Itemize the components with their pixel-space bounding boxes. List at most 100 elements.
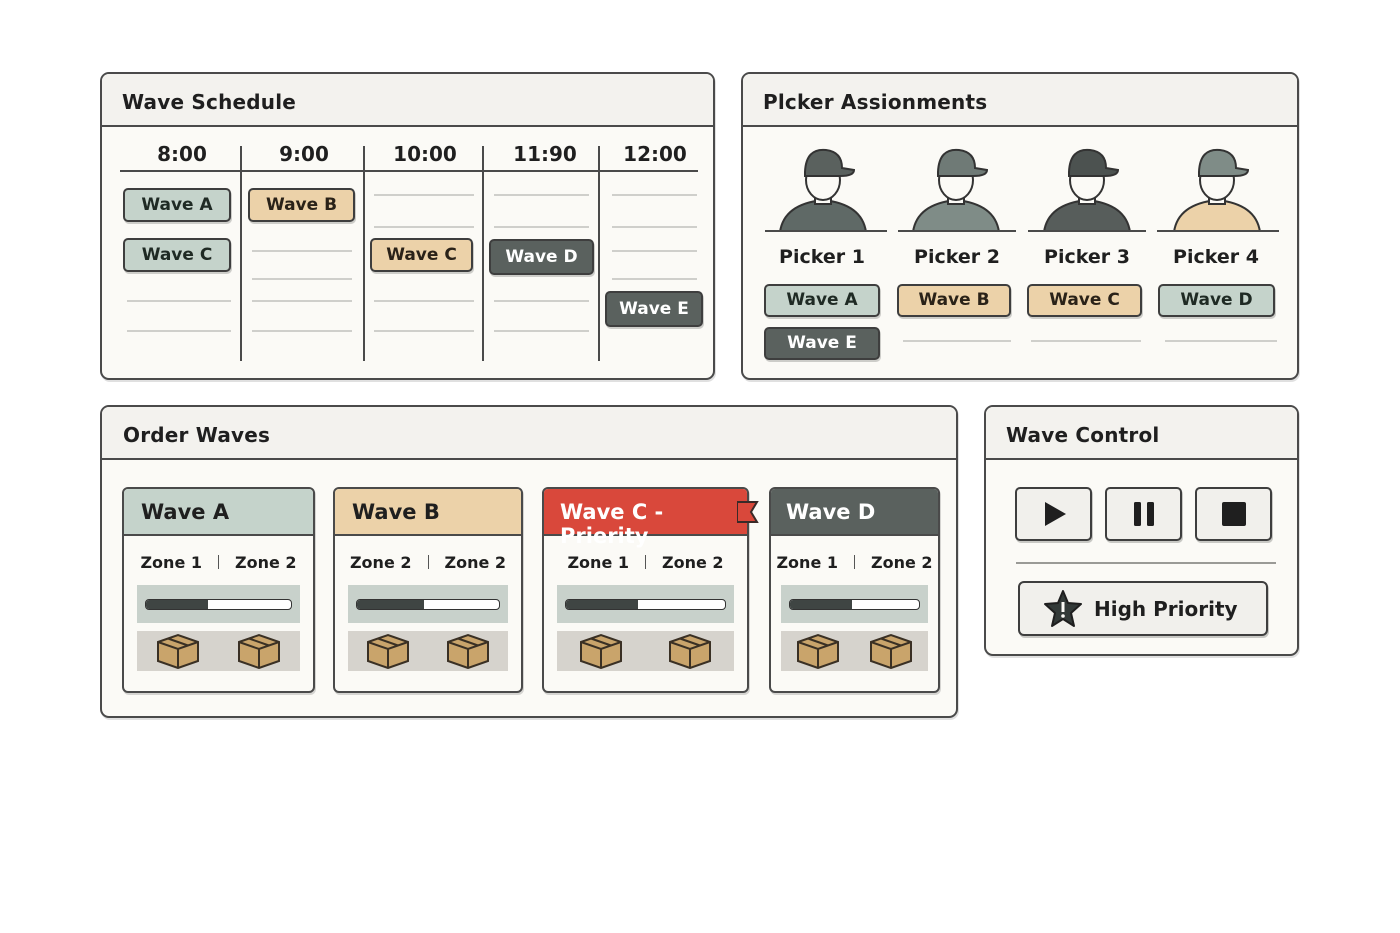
picker-wave-chip[interactable]: Wave E <box>764 327 880 360</box>
priority-star-icon <box>1044 589 1082 627</box>
person-icon <box>1042 148 1132 232</box>
zone-label: Zone 2 <box>235 553 297 572</box>
progress-bar <box>145 599 292 610</box>
schedule-wave-block[interactable]: Wave E <box>605 291 703 327</box>
progress-fill <box>790 600 852 609</box>
person-icon <box>911 148 1001 232</box>
order-waves-panel: Order Waves Wave A Zone 1 Zone 2 Wave B Z… <box>100 405 958 718</box>
person-icon <box>1172 148 1262 232</box>
picker-assignments-panel: Plcker Assionments Picker 1 Picker 2 Pic… <box>741 72 1299 380</box>
picker-name: Picker 2 <box>914 246 1000 268</box>
empty-slot <box>374 226 474 228</box>
wave-card[interactable]: Wave D Zone 1 Zone 2 <box>769 487 940 693</box>
package-icon <box>238 633 281 669</box>
picker-name: Picker 1 <box>779 246 865 268</box>
wave-card-title: Wave A <box>124 489 313 536</box>
empty-slot <box>1031 340 1141 342</box>
time-header: 8:00 <box>157 142 207 166</box>
zone-label: Zone 1 <box>567 553 629 572</box>
picker-assignments-title: Plcker Assionments <box>743 74 1297 127</box>
picker-avatar <box>1026 142 1148 232</box>
empty-slot <box>252 300 352 302</box>
schedule-wave-block[interactable]: Wave C <box>370 238 473 272</box>
pause-button[interactable] <box>1105 487 1182 541</box>
schedule-wave-block[interactable]: Wave A <box>123 188 231 222</box>
package-tray <box>781 631 928 671</box>
column-divider <box>363 146 365 361</box>
column-divider <box>240 146 242 361</box>
stop-button[interactable] <box>1195 487 1272 541</box>
progress-track <box>348 585 508 623</box>
time-axis-line <box>120 170 698 172</box>
wave-zones: Zone 2 Zone 2 <box>335 553 521 572</box>
schedule-wave-block[interactable]: Wave C <box>123 238 231 272</box>
progress-fill <box>357 600 424 609</box>
picker-baseline <box>1157 230 1279 232</box>
picker-baseline <box>1028 230 1146 232</box>
progress-bar <box>356 599 500 610</box>
zone-label: Zone 2 <box>871 553 933 572</box>
column-divider <box>598 146 600 361</box>
picker-wave-chip[interactable]: Wave B <box>897 284 1011 317</box>
zone-label: Zone 2 <box>662 553 724 572</box>
picker-wave-chip[interactable]: Wave C <box>1027 284 1142 317</box>
progress-track <box>137 585 300 623</box>
empty-slot <box>374 330 474 332</box>
wave-schedule-panel: Wave Schedule 8:00 9:00 10:00 11:90 12:0… <box>100 72 715 380</box>
priority-flag-icon <box>737 501 759 523</box>
wave-card[interactable]: Wave A Zone 1 Zone 2 <box>122 487 315 693</box>
zone-label: Zone 1 <box>776 553 838 572</box>
empty-slot <box>374 194 474 196</box>
package-icon <box>580 633 623 669</box>
wave-card-priority[interactable]: Wave C - Prierity Zone 1 Zone 2 <box>542 487 759 693</box>
person-icon <box>778 148 868 232</box>
empty-slot <box>494 300 589 302</box>
wave-card[interactable]: Wave B Zone 2 Zone 2 <box>333 487 523 693</box>
wave-zones: Zone 1 Zone 2 <box>544 553 747 572</box>
package-tray <box>137 631 300 671</box>
progress-fill <box>566 600 638 609</box>
picker-avatar <box>762 142 884 232</box>
picker-baseline <box>765 230 887 232</box>
empty-slot <box>252 250 352 252</box>
play-icon <box>1044 502 1066 526</box>
empty-slot <box>612 226 697 228</box>
control-divider <box>1016 562 1276 564</box>
order-waves-title: Order Waves <box>102 407 956 460</box>
play-button[interactable] <box>1015 487 1092 541</box>
empty-slot <box>903 340 1011 342</box>
wave-schedule-title: Wave Schedule <box>102 74 713 127</box>
high-priority-label: High Priority <box>1094 596 1238 621</box>
package-icon <box>156 633 199 669</box>
empty-slot <box>612 194 697 196</box>
picker-wave-chip[interactable]: Wave D <box>1158 284 1275 317</box>
picker-name: Picker 3 <box>1044 246 1130 268</box>
package-tray <box>348 631 508 671</box>
wave-card-title: Wave D <box>771 489 938 536</box>
schedule-wave-block[interactable]: Wave D <box>489 239 594 275</box>
picker-wave-chip[interactable]: Wave A <box>764 284 880 317</box>
progress-bar <box>789 599 920 610</box>
empty-slot <box>252 330 352 332</box>
empty-slot <box>1165 340 1277 342</box>
progress-track <box>557 585 734 623</box>
empty-slot <box>127 300 231 302</box>
wave-card-title: Wave C - Prierity <box>544 489 747 548</box>
empty-slot <box>494 194 589 196</box>
time-header: 9:00 <box>279 142 329 166</box>
package-icon <box>447 633 489 669</box>
time-header: 10:00 <box>393 142 457 166</box>
progress-track <box>781 585 928 623</box>
picker-avatar <box>895 142 1017 232</box>
package-icon <box>367 633 409 669</box>
zone-label: Zone 1 <box>140 553 202 572</box>
column-divider <box>482 146 484 361</box>
package-icon <box>870 633 913 669</box>
empty-slot <box>494 226 589 228</box>
high-priority-button[interactable]: High Priority <box>1018 581 1268 636</box>
empty-slot <box>374 300 474 302</box>
progress-bar <box>565 599 726 610</box>
empty-slot <box>612 250 697 252</box>
package-icon <box>668 633 711 669</box>
schedule-wave-block[interactable]: Wave B <box>248 188 355 222</box>
